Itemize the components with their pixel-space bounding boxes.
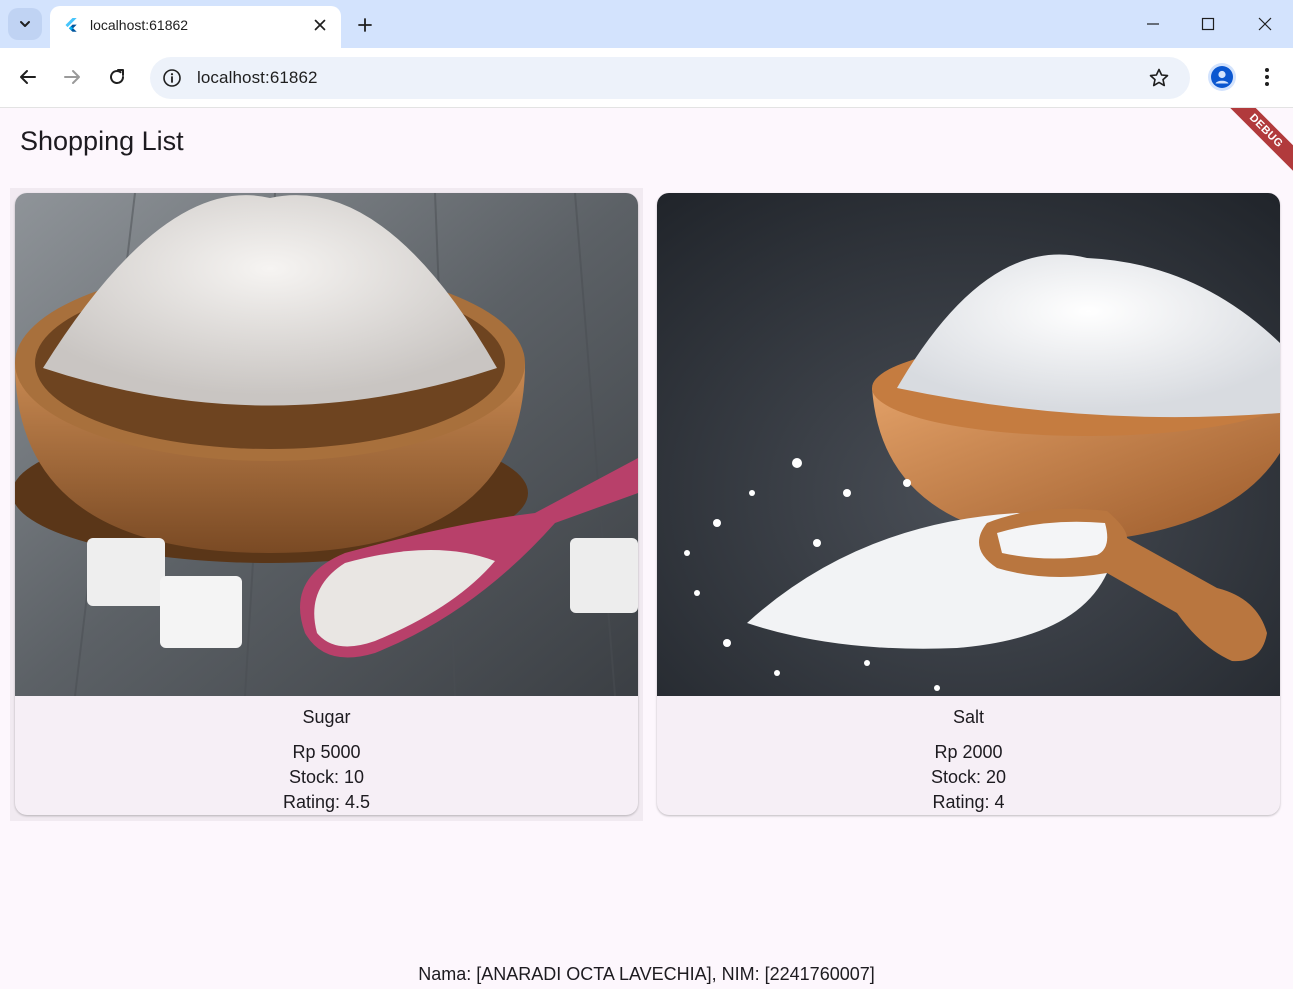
plus-icon <box>358 18 372 32</box>
back-button[interactable] <box>12 61 44 93</box>
active-tab[interactable]: localhost:61862 <box>50 6 341 48</box>
product-price: Rp 2000 <box>934 742 1003 762</box>
product-stock: Stock: 20 <box>930 767 1007 787</box>
flutter-favicon-icon <box>65 18 77 32</box>
url-text[interactable]: localhost:61862 <box>197 68 318 88</box>
close-icon <box>1258 17 1272 31</box>
minimize-icon <box>1147 23 1159 25</box>
reload-button[interactable] <box>101 61 133 93</box>
browser-menu-button[interactable] <box>1257 63 1277 91</box>
minimize-button[interactable] <box>1131 8 1175 40</box>
product-card-salt[interactable]: Salt Rp 2000 Stock: 20 Rating: 4 <box>657 193 1280 815</box>
debug-banner: DEBUG <box>1220 108 1293 177</box>
maximize-icon <box>1201 17 1215 31</box>
browser-tabstrip: localhost:61862 <box>0 0 1293 48</box>
arrow-left-icon <box>20 70 36 84</box>
maximize-button[interactable] <box>1186 8 1230 40</box>
chevron-down-icon <box>20 21 30 27</box>
close-window-button[interactable] <box>1243 8 1287 40</box>
sugar-image <box>15 193 638 696</box>
product-rating: Rating: 4 <box>932 792 1005 812</box>
close-icon <box>314 19 326 31</box>
profile-avatar[interactable] <box>1208 63 1236 91</box>
product-name: Sugar <box>302 707 351 727</box>
forward-button[interactable] <box>56 61 88 93</box>
tab-close-button[interactable] <box>310 15 330 35</box>
app-viewport: Shopping List DEBUG Sugar Rp 5000 Stock:… <box>0 108 1293 989</box>
tab-title: localhost:61862 <box>90 17 189 33</box>
arrow-right-icon <box>64 70 80 84</box>
footer-student-info: Nama: [ANARADI OCTA LAVECHIA], NIM: [224… <box>418 964 875 984</box>
product-card-sugar[interactable]: Sugar Rp 5000 Stock: 10 Rating: 4.5 <box>15 193 638 815</box>
more-vertical-icon <box>1265 68 1269 86</box>
person-icon <box>1211 66 1233 88</box>
reload-icon <box>110 69 124 84</box>
address-bar[interactable]: localhost:61862 <box>150 57 1190 99</box>
salt-image <box>657 193 1280 696</box>
browser-toolbar: localhost:61862 <box>0 48 1293 108</box>
product-stock: Stock: 10 <box>288 767 365 787</box>
product-name: Salt <box>952 707 985 727</box>
product-rating: Rating: 4.5 <box>282 792 371 812</box>
info-icon[interactable] <box>162 68 182 88</box>
page-title: Shopping List <box>20 126 184 156</box>
bookmark-star-icon[interactable] <box>1148 67 1170 89</box>
tab-search-button[interactable] <box>8 8 42 40</box>
new-tab-button[interactable] <box>352 12 378 38</box>
product-price: Rp 5000 <box>292 742 361 762</box>
